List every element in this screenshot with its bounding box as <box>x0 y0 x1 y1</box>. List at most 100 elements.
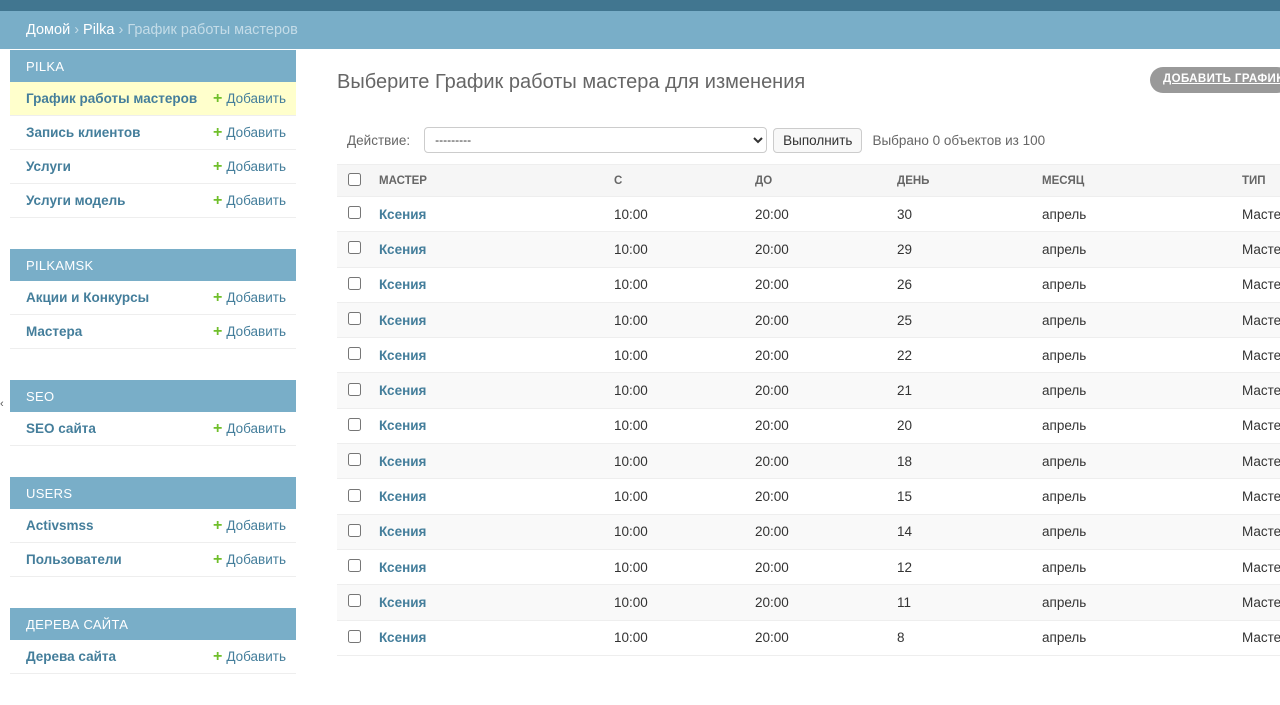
cell-from: 10:00 <box>614 549 755 586</box>
table-row: Ксения 10:00 20:00 22 апрель Масте <box>337 337 1280 374</box>
add-label: Добавить <box>226 125 286 140</box>
row-master-link[interactable]: Ксения <box>379 383 426 398</box>
cell-type: Масте <box>1242 302 1280 339</box>
model-link[interactable]: Дерева сайта <box>26 649 116 664</box>
add-link[interactable]: + Добавить <box>213 517 286 533</box>
row-master-link[interactable]: Ксения <box>379 313 426 328</box>
breadcrumb: Домой › Pilka › График работы мастеров <box>0 11 1280 49</box>
run-action-button[interactable]: Выполнить <box>773 127 863 153</box>
module-caption[interactable]: PILKAMSK <box>10 249 296 281</box>
row-master-link[interactable]: Ксения <box>379 595 426 610</box>
cell-month: апрель <box>1042 196 1242 233</box>
row-master-link[interactable]: Ксения <box>379 630 426 645</box>
row-checkbox[interactable] <box>348 312 361 326</box>
table-header-row: МАСТЕР С ДО ДЕНЬ МЕСЯЦ ТИП <box>337 164 1280 197</box>
breadcrumb-app[interactable]: Pilka <box>83 22 114 38</box>
row-master-link[interactable]: Ксения <box>379 454 426 469</box>
row-master-link[interactable]: Ксения <box>379 242 426 257</box>
column-header-to[interactable]: ДО <box>755 164 897 197</box>
add-link[interactable]: + Добавить <box>212 123 286 141</box>
add-link[interactable]: + Добавить <box>213 289 286 305</box>
row-checkbox[interactable] <box>348 453 361 467</box>
column-header-type[interactable]: ТИП <box>1242 164 1280 197</box>
row-checkbox-cell <box>337 549 379 586</box>
select-all-checkbox[interactable] <box>348 172 361 186</box>
sidebar-item-bookings: Запись клиентов + Добавить <box>10 116 296 150</box>
sidebar-item-activsmss: Activsmss + Добавить <box>10 509 296 543</box>
cell-month: апрель <box>1042 549 1242 586</box>
cell-from: 10:00 <box>614 514 755 550</box>
add-link[interactable]: + Добавить <box>213 192 286 208</box>
row-checkbox[interactable] <box>348 382 361 396</box>
module-caption[interactable]: ДЕРЕВА САЙТА <box>10 608 296 640</box>
cell-type: Масте <box>1242 584 1280 621</box>
model-link[interactable]: SEO сайта <box>26 421 96 436</box>
model-link[interactable]: Мастера <box>26 324 82 339</box>
plus-icon: + <box>212 123 223 141</box>
cell-type: Масте <box>1242 231 1280 268</box>
row-checkbox[interactable] <box>348 559 361 573</box>
row-checkbox-cell <box>337 443 379 480</box>
action-select[interactable]: --------- <box>424 127 768 153</box>
model-link[interactable]: Акции и Конкурсы <box>26 290 149 305</box>
table-row: Ксения 10:00 20:00 20 апрель Масте <box>337 408 1280 445</box>
row-checkbox[interactable] <box>348 594 361 608</box>
cell-day: 18 <box>897 443 1042 480</box>
cell-to: 20:00 <box>755 514 897 550</box>
add-link[interactable]: + Добавить <box>213 90 286 106</box>
row-master-link[interactable]: Ксения <box>379 489 426 504</box>
table-row: Ксения 10:00 20:00 12 апрель Масте <box>337 549 1280 586</box>
add-link[interactable]: + Добавить <box>213 420 286 436</box>
add-link[interactable]: + Добавить <box>213 158 286 174</box>
add-link[interactable]: + Добавить <box>213 551 286 567</box>
chevron-left-icon[interactable]: ‹ <box>0 398 4 410</box>
row-checkbox[interactable] <box>348 523 361 537</box>
model-link[interactable]: Запись клиентов <box>26 125 140 140</box>
module-caption[interactable]: USERS <box>10 477 296 509</box>
cell-month: апрель <box>1042 337 1242 374</box>
cell-month: апрель <box>1042 620 1242 656</box>
row-checkbox[interactable] <box>348 276 361 290</box>
row-checkbox[interactable] <box>348 206 361 220</box>
add-label: Добавить <box>226 552 286 567</box>
module-caption[interactable]: PILKA <box>10 50 296 82</box>
column-header-master[interactable]: МАСТЕР <box>379 164 614 197</box>
top-header-bar <box>0 0 1280 11</box>
row-checkbox-cell <box>337 514 379 550</box>
model-link[interactable]: График работы мастеров <box>26 91 197 106</box>
column-header-month[interactable]: МЕСЯЦ <box>1042 164 1242 197</box>
sidebar-item-schedule: График работы мастеров + Добавить <box>10 82 296 116</box>
row-checkbox[interactable] <box>348 629 361 643</box>
add-schedule-button[interactable]: ДОБАВИТЬ ГРАФИК <box>1150 67 1280 93</box>
cell-day: 14 <box>897 514 1042 550</box>
table-row: Ксения 10:00 20:00 30 апрель Масте <box>337 196 1280 233</box>
row-master-link[interactable]: Ксения <box>379 348 426 363</box>
cell-month: апрель <box>1042 478 1242 515</box>
cell-to: 20:00 <box>755 372 897 409</box>
column-header-day[interactable]: ДЕНЬ <box>897 164 1042 197</box>
column-header-from[interactable]: С <box>614 164 755 197</box>
add-label: Добавить <box>226 421 286 436</box>
row-checkbox[interactable] <box>348 417 361 431</box>
row-master-link[interactable]: Ксения <box>379 277 426 292</box>
model-link[interactable]: Услуги модель <box>26 193 125 208</box>
breadcrumb-home[interactable]: Домой <box>26 22 70 38</box>
row-checkbox[interactable] <box>348 347 361 361</box>
module-caption[interactable]: SEO <box>10 380 296 412</box>
row-checkbox[interactable] <box>348 488 361 502</box>
model-link[interactable]: Услуги <box>26 159 71 174</box>
add-link[interactable]: + Добавить <box>212 647 286 665</box>
add-link[interactable]: + Добавить <box>213 323 286 339</box>
row-checkbox[interactable] <box>348 241 361 255</box>
row-master-link[interactable]: Ксения <box>379 524 426 539</box>
model-link[interactable]: Пользователи <box>26 552 122 567</box>
cell-to: 20:00 <box>755 337 897 374</box>
model-link[interactable]: Activsmss <box>26 518 94 533</box>
plus-icon: + <box>212 647 223 665</box>
row-master-link[interactable]: Ксения <box>379 418 426 433</box>
breadcrumb-separator: › <box>118 22 124 38</box>
row-master-link[interactable]: Ксения <box>379 560 426 575</box>
cell-month: апрель <box>1042 584 1242 621</box>
row-master-link[interactable]: Ксения <box>379 207 426 222</box>
cell-day: 15 <box>897 478 1042 515</box>
